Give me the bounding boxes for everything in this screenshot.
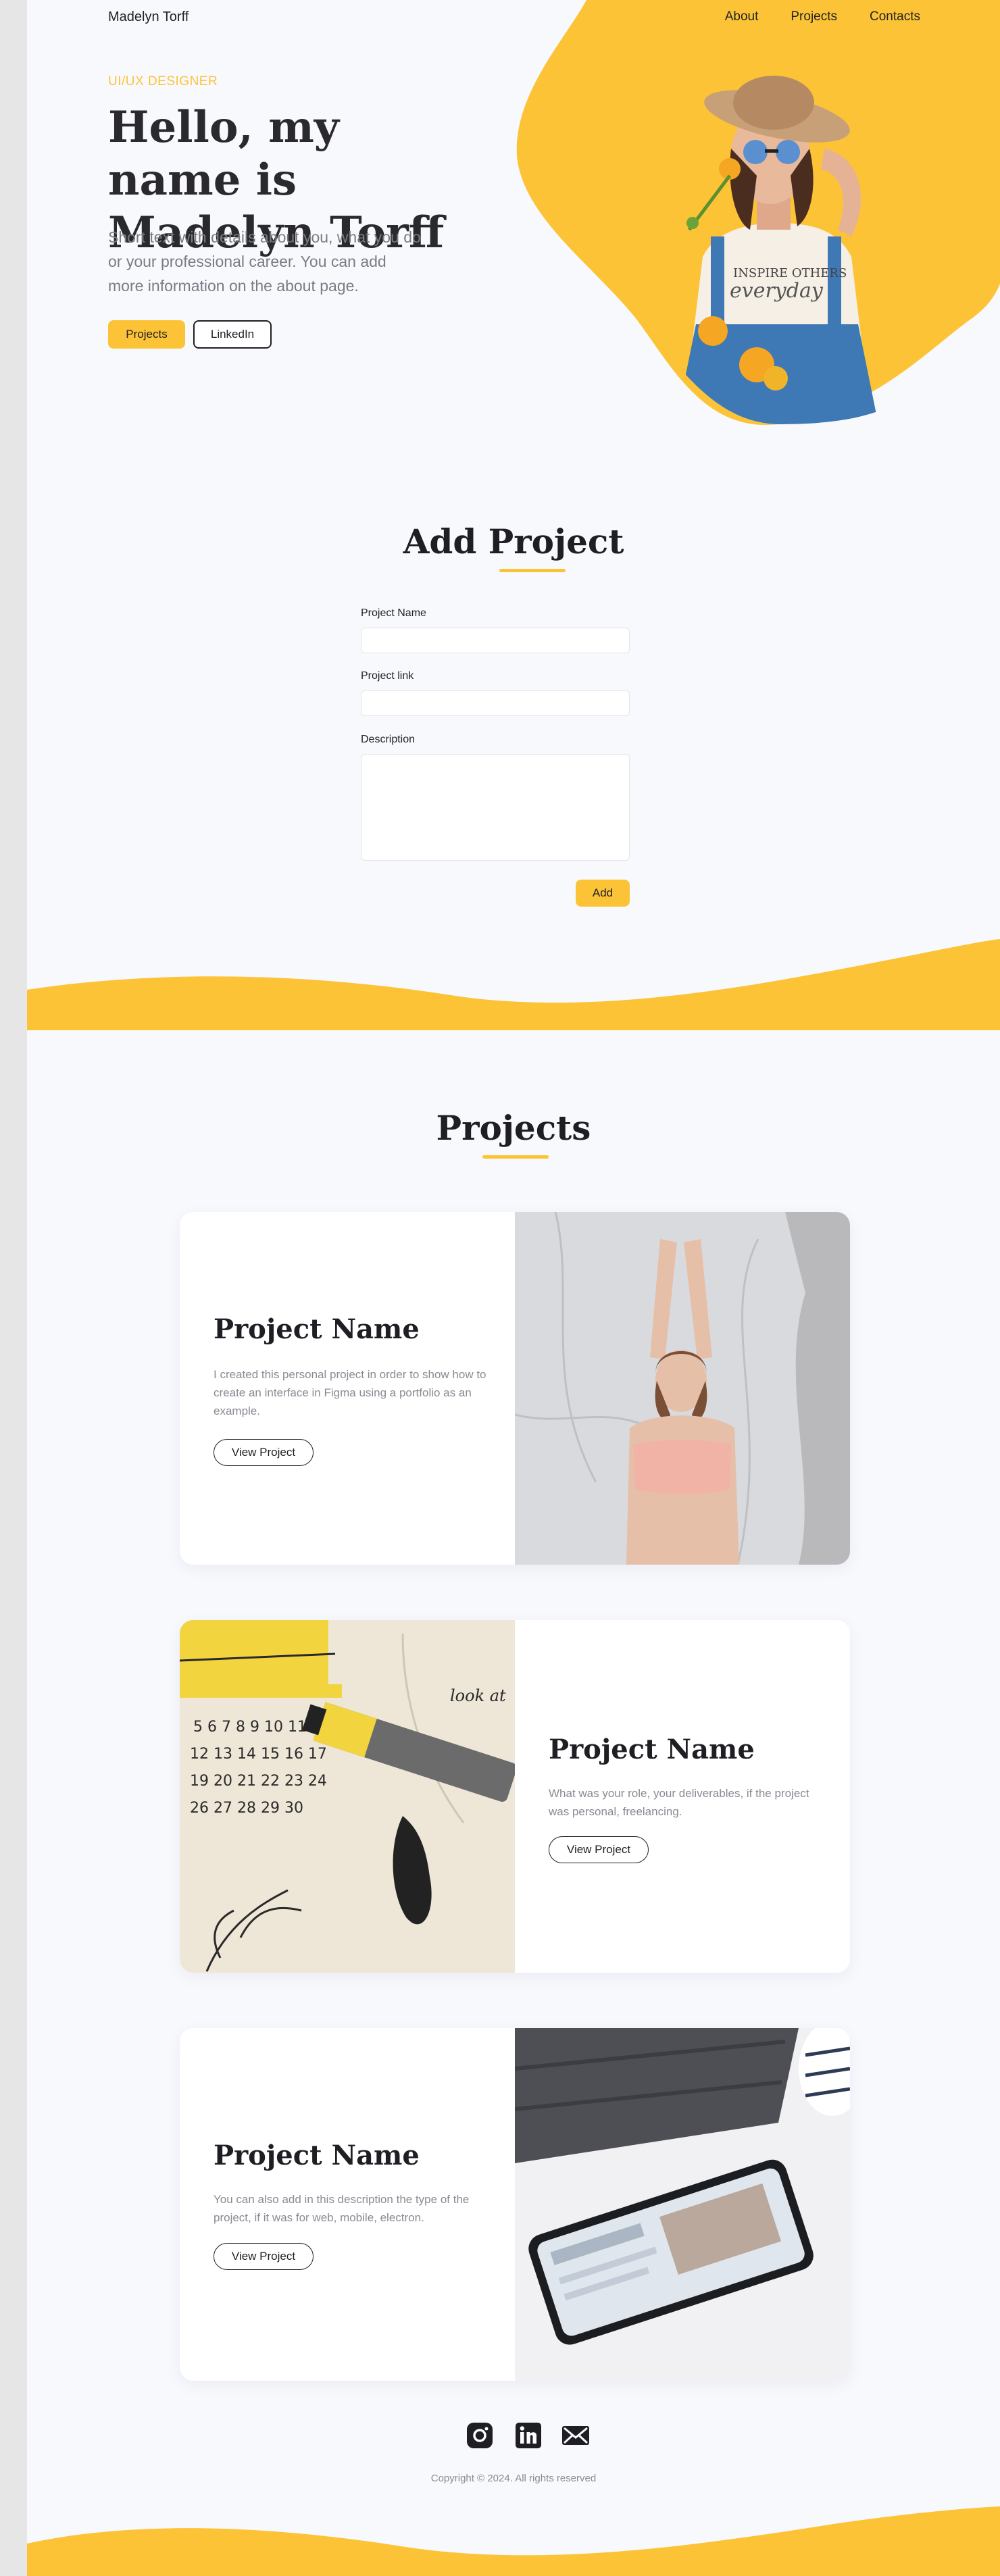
- project-card-3: Project Name You can also add in this de…: [180, 2028, 850, 2381]
- brand-logo[interactable]: Madelyn Torff: [108, 9, 189, 25]
- instagram-icon[interactable]: [465, 2421, 495, 2450]
- svg-text:5 6 7 8 9 10 11: 5 6 7 8 9 10 11: [193, 1719, 307, 1736]
- calendar-marker-photo: 5 6 7 8 9 10 11 12 13 14 15 16 17 19 20 …: [180, 1620, 515, 1973]
- hero-portrait-photo: INSPIRE OTHERS everyday: [676, 76, 878, 424]
- portfolio-page: Madelyn Torff About Projects Contacts UI…: [27, 0, 1000, 2576]
- projects-title: Projects: [436, 1108, 591, 1148]
- hero-eyebrow: UI/UX DESIGNER: [108, 74, 218, 89]
- project-name-label: Project Name: [361, 607, 426, 619]
- project-card-3-view-button[interactable]: View Project: [214, 2243, 314, 2270]
- description-label: Description: [361, 734, 416, 745]
- project-card-2-title: Project Name: [549, 1734, 755, 1765]
- svg-text:INSPIRE OTHERS: INSPIRE OTHERS: [733, 266, 847, 280]
- project-name-input[interactable]: [361, 628, 630, 653]
- mail-icon[interactable]: [561, 2421, 591, 2450]
- hero-linkedin-button[interactable]: LinkedIn: [193, 320, 272, 349]
- project-card-1: Project Name I created this personal pro…: [180, 1212, 850, 1565]
- svg-text:26 27 28 29 30: 26 27 28 29 30: [190, 1800, 303, 1817]
- project-link-label: Project link: [361, 670, 414, 682]
- project-card-2-content: Project Name What was your role, your de…: [515, 1620, 850, 1973]
- projects-title-underline: [482, 1155, 549, 1159]
- description-textarea[interactable]: [361, 754, 630, 861]
- project-link-input[interactable]: [361, 690, 630, 716]
- project-card-3-content: Project Name You can also add in this de…: [180, 2028, 515, 2381]
- linkedin-icon[interactable]: [514, 2421, 543, 2450]
- project-card-1-view-button[interactable]: View Project: [214, 1439, 314, 1466]
- project-card-1-title: Project Name: [214, 1313, 420, 1345]
- project-card-2: 5 6 7 8 9 10 11 12 13 14 15 16 17 19 20 …: [180, 1620, 850, 1973]
- project-card-1-description: I created this personal project in order…: [214, 1368, 486, 1417]
- add-project-title-underline: [499, 569, 566, 572]
- svg-text:everyday: everyday: [730, 279, 824, 303]
- nav-contacts[interactable]: Contacts: [870, 9, 920, 24]
- add-project-title: Add Project: [403, 522, 624, 561]
- phone-desk-photo: [515, 2028, 850, 2381]
- hero-projects-button[interactable]: Projects: [108, 320, 185, 349]
- svg-text:12 13 14 15 16 17: 12 13 14 15 16 17: [190, 1746, 327, 1763]
- project-card-1-content: Project Name I created this personal pro…: [180, 1212, 515, 1565]
- main-nav: About Projects Contacts: [725, 9, 920, 24]
- nav-about[interactable]: About: [725, 9, 759, 24]
- page-left-margin: [0, 0, 27, 2576]
- footer-wave: [27, 2506, 1000, 2576]
- copyright-text: Copyright © 2024. All rights reserved: [430, 2473, 597, 2484]
- nav-projects[interactable]: Projects: [791, 9, 837, 24]
- add-project-button[interactable]: Add: [576, 880, 630, 907]
- hero-description: Short text with details about you, what …: [108, 228, 421, 295]
- svg-text:look at: look at: [450, 1686, 506, 1705]
- yoga-photo: [515, 1212, 850, 1565]
- project-card-2-view-button[interactable]: View Project: [549, 1836, 649, 1863]
- project-card-3-description: You can also add in this description the…: [214, 2193, 470, 2224]
- project-card-2-description: What was your role, your deliverables, i…: [549, 1787, 809, 1818]
- section-wave-divider: [27, 939, 1000, 1030]
- project-card-3-title: Project Name: [214, 2140, 420, 2171]
- svg-text:19 20 21 22 23 24: 19 20 21 22 23 24: [190, 1773, 327, 1790]
